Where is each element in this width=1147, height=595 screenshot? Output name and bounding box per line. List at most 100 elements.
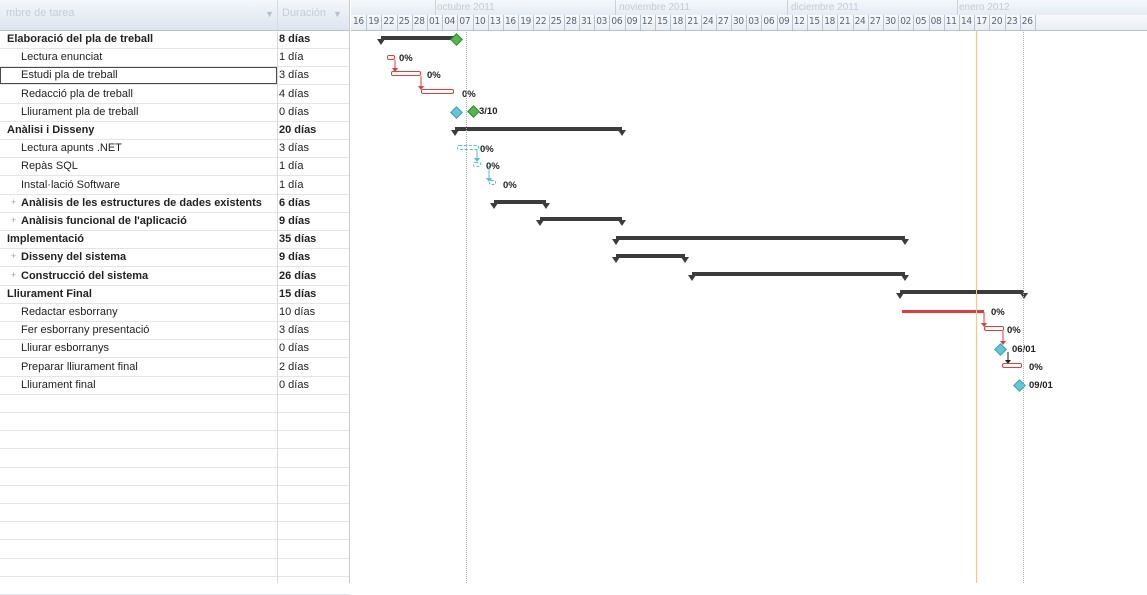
day-tick — [943, 15, 945, 30]
task-duration-cell[interactable]: 26 días — [279, 268, 349, 285]
task-row[interactable]: Lliurament final 0 días — [0, 377, 350, 395]
task-bar[interactable] — [902, 310, 984, 313]
task-name-cell[interactable]: Lliurar esborranys — [0, 340, 277, 357]
task-row[interactable]: Implementació 35 días — [0, 231, 350, 250]
summary-bar[interactable] — [616, 236, 905, 240]
task-name-cell[interactable]: Repàs SQL — [0, 158, 277, 175]
task-duration-cell[interactable]: 3 días — [279, 140, 349, 157]
task-name-cell[interactable]: Fer esborrany presentació — [0, 322, 277, 339]
task-row[interactable]: Elaboració del pla de treball 8 días — [0, 31, 350, 49]
task-name-cell[interactable]: Instal·lació Software — [0, 177, 277, 194]
task-row[interactable]: + Anàlisis de les estructures de dades ex… — [0, 195, 350, 213]
task-row[interactable]: Redactar esborrany 10 días — [0, 304, 350, 322]
empty-row[interactable] — [0, 522, 350, 541]
task-row[interactable]: Fer esborrany presentació 3 días — [0, 322, 350, 341]
task-row[interactable]: Repàs SQL 1 día — [0, 158, 350, 177]
task-duration-cell[interactable]: 3 días — [279, 322, 349, 339]
task-row[interactable]: Lliurament Final 15 días — [0, 286, 350, 304]
task-row[interactable]: Estudi pla de treball 3 días — [0, 67, 350, 86]
task-duration-cell[interactable]: 2 días — [279, 359, 349, 376]
task-name-cell[interactable]: Elaboració del pla de treball — [0, 31, 277, 48]
task-name-cell[interactable]: Lliurament final — [0, 377, 277, 394]
table-chart-splitter[interactable] — [349, 0, 350, 583]
task-duration-cell[interactable]: 6 días — [279, 195, 349, 212]
task-name-cell[interactable]: Estudi pla de treball — [0, 67, 277, 85]
task-duration-cell[interactable]: 0 días — [279, 340, 349, 357]
task-row[interactable]: + Disseny del sistema 9 días — [0, 249, 350, 268]
empty-row[interactable] — [0, 431, 350, 450]
task-bar[interactable] — [1002, 363, 1022, 368]
milestone-marker[interactable] — [450, 106, 463, 119]
task-name-cell[interactable]: Construcció del sistema — [0, 268, 277, 285]
empty-row[interactable] — [0, 504, 350, 523]
task-name-cell[interactable]: Anàlisis de les estructures de dades exi… — [0, 195, 277, 212]
task-duration-cell[interactable]: 1 día — [279, 177, 349, 194]
summary-bar[interactable] — [381, 36, 457, 40]
summary-bar[interactable] — [455, 127, 622, 131]
task-duration-cell[interactable]: 4 días — [279, 86, 349, 103]
task-name-cell[interactable]: Disseny del sistema — [0, 249, 277, 266]
task-row[interactable]: Instal·lació Software 1 día — [0, 177, 350, 195]
column-header-duration[interactable]: Duración — [282, 7, 326, 19]
task-duration-cell[interactable]: 10 días — [279, 304, 349, 321]
filter-dropdown-icon[interactable]: ▼ — [265, 9, 274, 19]
task-duration-cell[interactable]: 9 días — [279, 213, 349, 230]
empty-row[interactable] — [0, 486, 350, 504]
milestone-marker[interactable] — [467, 105, 480, 118]
day-label: 14 — [961, 16, 972, 27]
task-table: mbre de tarea ▼ Duración ▼ Elaboració de… — [0, 0, 350, 595]
task-duration-cell[interactable]: 0 días — [279, 104, 349, 121]
empty-row[interactable] — [0, 413, 350, 432]
summary-bar[interactable] — [900, 290, 1024, 294]
task-duration-cell[interactable]: 8 días — [279, 31, 349, 48]
task-duration-cell[interactable]: 35 días — [279, 231, 349, 248]
task-name-cell[interactable]: Anàlisis funcional de l'aplicació — [0, 213, 277, 230]
task-duration-cell[interactable]: 1 día — [279, 49, 349, 66]
empty-row[interactable] — [0, 577, 350, 595]
day-tick — [518, 15, 520, 30]
task-row[interactable]: Lliurament pla de treball 0 días — [0, 104, 350, 122]
task-row[interactable]: Redacció pla de treball 4 días — [0, 86, 350, 104]
task-row[interactable]: + Anàlisis funcional de l'aplicació 9 días — [0, 213, 350, 231]
task-duration-cell[interactable]: 0 días — [279, 377, 349, 394]
task-name-cell[interactable]: Redactar esborrany — [0, 304, 277, 321]
summary-bar[interactable] — [494, 200, 546, 204]
task-row[interactable]: Preparar lliurament final 2 días — [0, 359, 350, 377]
task-bar[interactable] — [421, 89, 454, 94]
empty-row[interactable] — [0, 559, 350, 577]
task-name-cell[interactable]: Redacció pla de treball — [0, 86, 277, 103]
task-name-cell[interactable]: Lliurament pla de treball — [0, 104, 277, 121]
day-label: 03 — [596, 16, 608, 27]
empty-row[interactable] — [0, 395, 350, 413]
empty-row[interactable] — [0, 468, 350, 486]
task-duration-cell[interactable]: 1 día — [279, 158, 349, 175]
task-name-cell[interactable]: Preparar lliurament final — [0, 359, 277, 376]
task-name-cell[interactable]: Lectura apunts .NET — [0, 140, 277, 157]
task-name-cell[interactable]: Anàlisi i Disseny — [0, 122, 277, 139]
task-row[interactable]: Lectura enunciat 1 día — [0, 49, 350, 68]
task-name-cell[interactable]: Lliurament Final — [0, 286, 277, 303]
day-tick — [883, 15, 884, 30]
column-header-task-name[interactable]: mbre de tarea — [6, 7, 74, 19]
filter-dropdown-icon[interactable]: ▼ — [333, 9, 342, 19]
task-row[interactable]: Lectura apunts .NET 3 días — [0, 140, 350, 159]
task-duration-cell[interactable]: 20 días — [279, 122, 349, 139]
task-row[interactable]: + Construcció del sistema 26 días — [0, 268, 350, 286]
column-divider[interactable] — [277, 0, 278, 583]
task-name-cell[interactable]: Implementació — [0, 231, 277, 248]
task-bar[interactable] — [489, 180, 496, 185]
task-duration-cell[interactable]: 15 días — [279, 286, 349, 303]
empty-row[interactable] — [0, 450, 350, 468]
task-duration-cell[interactable]: 3 días — [279, 67, 349, 84]
summary-bar[interactable] — [540, 217, 622, 221]
day-tick — [959, 15, 960, 30]
summary-bar[interactable] — [616, 254, 685, 258]
task-row[interactable]: Lliurar esborranys 0 días — [0, 340, 350, 359]
task-row[interactable]: Anàlisi i Disseny 20 días — [0, 122, 350, 140]
summary-bar[interactable] — [692, 272, 905, 276]
task-duration-cell[interactable]: 9 días — [279, 249, 349, 266]
task-bar[interactable] — [473, 162, 481, 167]
empty-row[interactable] — [0, 541, 350, 559]
day-label: 25 — [550, 16, 562, 27]
task-name-cell[interactable]: Lectura enunciat — [0, 49, 277, 66]
